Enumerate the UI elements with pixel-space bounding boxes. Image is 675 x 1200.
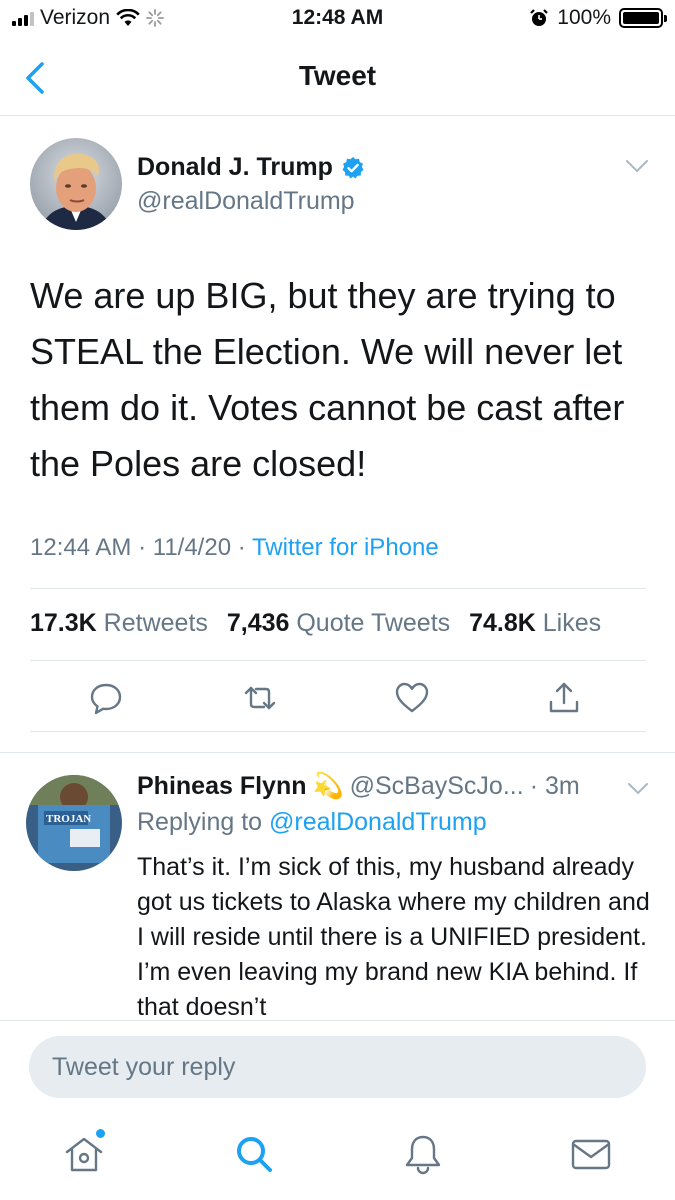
reply-icon[interactable] bbox=[88, 680, 124, 716]
replying-to-prefix: Replying to bbox=[137, 808, 263, 836]
tweet-actions bbox=[0, 680, 675, 720]
chevron-down-icon[interactable] bbox=[627, 782, 649, 796]
meta-separator: · bbox=[138, 534, 153, 561]
meta-separator: · bbox=[237, 534, 252, 561]
tweet-time: 12:44 AM bbox=[30, 534, 132, 561]
tweet-meta: 12:44 AM · 11/4/20 · Twitter for iPhone bbox=[30, 534, 439, 562]
reply-header: Phineas Flynn 💫 @ScBayScJo... · 3m bbox=[137, 772, 580, 801]
battery-icon bbox=[619, 8, 667, 28]
reply-text: That’s it. I’m sick of this, my husband … bbox=[137, 853, 650, 1020]
divider bbox=[30, 731, 646, 732]
divider bbox=[30, 588, 646, 589]
chevron-down-icon[interactable] bbox=[625, 158, 649, 174]
quote-tweets-stat[interactable]: 7,436 Quote Tweets bbox=[227, 609, 450, 637]
search-icon[interactable] bbox=[232, 1132, 276, 1176]
battery-percent: 100% bbox=[557, 6, 611, 29]
share-icon[interactable] bbox=[546, 680, 582, 716]
alarm-icon bbox=[530, 9, 549, 26]
reply-author-name[interactable]: Phineas Flynn bbox=[137, 772, 306, 801]
reply-avatar[interactable]: TROJAN bbox=[26, 775, 122, 871]
quote-tweets-label: Quote Tweets bbox=[296, 609, 451, 637]
likes-count: 74.8K bbox=[469, 609, 536, 637]
home-icon[interactable] bbox=[62, 1132, 106, 1176]
verified-badge-icon bbox=[342, 156, 364, 178]
author-name-text[interactable]: Donald J. Trump bbox=[137, 153, 333, 182]
author-avatar[interactable] bbox=[30, 138, 122, 230]
replying-to-mention[interactable]: @realDonaldTrump bbox=[269, 808, 487, 836]
retweets-stat[interactable]: 17.3K Retweets bbox=[30, 609, 208, 637]
author-handle[interactable]: @realDonaldTrump bbox=[137, 187, 355, 216]
divider bbox=[30, 660, 646, 661]
retweets-label: Retweets bbox=[103, 609, 208, 637]
tweet-date: 11/4/20 bbox=[152, 534, 232, 561]
tweet-text: We are up BIG, but they are trying to ST… bbox=[30, 275, 625, 484]
likes-stat[interactable]: 74.8K Likes bbox=[469, 609, 601, 637]
reply-input[interactable] bbox=[29, 1036, 646, 1098]
sparkle-emoji: 💫 bbox=[312, 772, 344, 800]
section-separator bbox=[0, 752, 675, 753]
svg-text:TROJAN: TROJAN bbox=[46, 813, 91, 825]
reply-author-handle[interactable]: @ScBayScJo... bbox=[350, 772, 524, 801]
retweet-icon[interactable] bbox=[242, 680, 278, 716]
status-right: 100% bbox=[529, 6, 667, 30]
replying-to: Replying to @realDonaldTrump bbox=[137, 808, 487, 837]
tweet-stats: 17.3K Retweets 7,436 Quote Tweets 74.8K … bbox=[30, 609, 601, 638]
retweets-count: 17.3K bbox=[30, 609, 97, 637]
page-title: Tweet bbox=[298, 60, 377, 91]
reply-time: · 3m bbox=[529, 772, 580, 800]
notifications-icon[interactable] bbox=[401, 1132, 445, 1176]
likes-label: Likes bbox=[542, 609, 602, 637]
author-name[interactable]: Donald J. Trump bbox=[137, 153, 365, 182]
reply-compose[interactable] bbox=[29, 1036, 646, 1098]
quote-tweets-count: 7,436 bbox=[226, 609, 290, 637]
status-bar: Verizon 12:48 AM 100% bbox=[0, 0, 675, 38]
compose-divider bbox=[0, 1020, 675, 1021]
nav-bar: Tweet bbox=[0, 40, 675, 116]
notification-dot bbox=[96, 1129, 105, 1138]
messages-icon[interactable] bbox=[569, 1132, 613, 1176]
tweet-source-link[interactable]: Twitter for iPhone bbox=[252, 534, 439, 561]
like-icon[interactable] bbox=[394, 680, 430, 716]
